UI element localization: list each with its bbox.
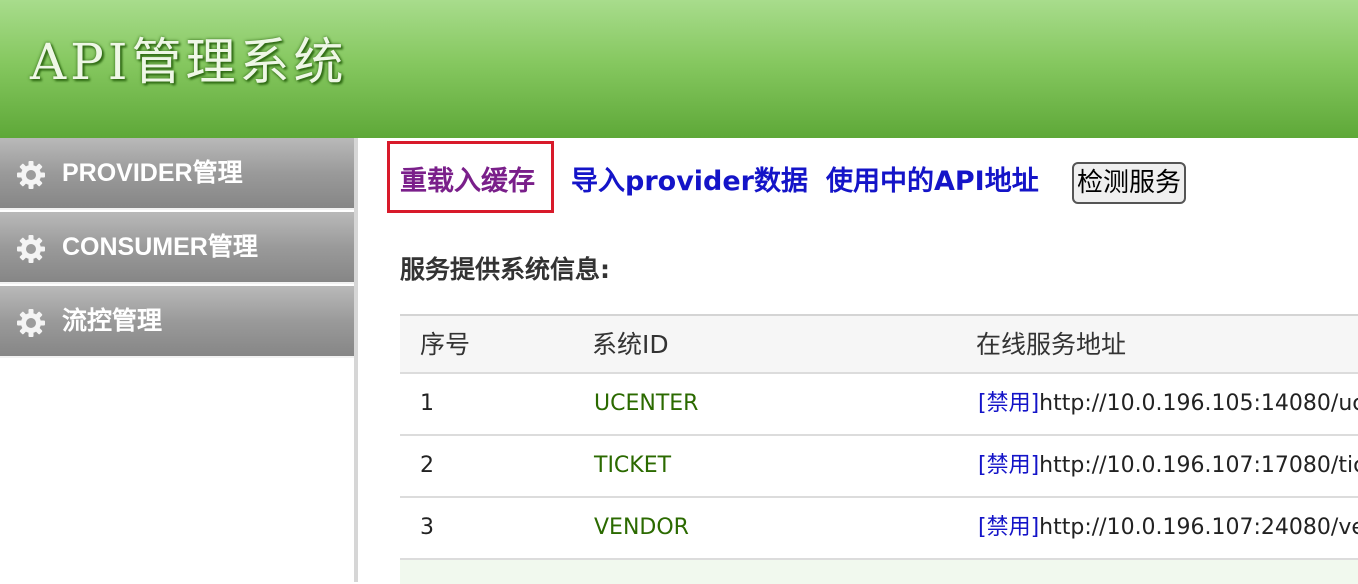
check-service-button[interactable]: 检测服务 xyxy=(1072,162,1186,204)
table-row: 2 TICKET [禁用]http://10.0.196.107:17080/t… xyxy=(400,436,1358,498)
service-address-cell: [禁用]http://10.0.196.107:24080/ven xyxy=(978,512,1358,544)
disable-link[interactable]: [禁用] xyxy=(978,515,1039,540)
table-row-partial xyxy=(400,560,1358,584)
service-address-cell: [禁用]http://10.0.196.105:14080/uce xyxy=(978,388,1358,420)
service-address-cell: [禁用]http://10.0.196.107:17080/tick xyxy=(978,450,1358,482)
gear-icon xyxy=(17,235,45,263)
row-number: 3 xyxy=(420,515,434,540)
import-provider-link[interactable]: 导入provider数据 xyxy=(571,164,808,200)
system-id: TICKET xyxy=(594,453,672,478)
column-header-no: 序号 xyxy=(420,330,471,359)
system-id: VENDOR xyxy=(594,515,689,540)
sidebar-item-provider[interactable]: PROVIDER管理 xyxy=(0,138,354,210)
service-address: http://10.0.196.107:24080/ven xyxy=(1039,515,1358,540)
column-header-system-id: 系统ID xyxy=(592,330,669,359)
system-id: UCENTER xyxy=(594,391,699,416)
app-logo: API管理系统 xyxy=(30,33,348,91)
service-address: http://10.0.196.105:14080/uce xyxy=(1039,391,1358,416)
sidebar-item-flow-control[interactable]: 流控管理 xyxy=(0,286,354,358)
table-row: 3 VENDOR [禁用]http://10.0.196.107:24080/v… xyxy=(400,498,1358,560)
row-number: 1 xyxy=(420,391,434,416)
app-header: API管理系统 xyxy=(0,0,1358,138)
gear-icon xyxy=(17,309,45,337)
sidebar-item-label: PROVIDER管理 xyxy=(62,159,243,187)
main-content: 重载入缓存 导入provider数据 使用中的API地址 检测服务 服务提供系统… xyxy=(358,138,1358,584)
disable-link[interactable]: [禁用] xyxy=(978,453,1039,478)
gear-icon xyxy=(17,161,45,189)
service-address: http://10.0.196.107:17080/tick xyxy=(1039,453,1358,478)
row-number: 2 xyxy=(420,453,434,478)
table-row: 1 UCENTER [禁用]http://10.0.196.105:14080/… xyxy=(400,374,1358,436)
column-header-address: 在线服务地址 xyxy=(976,330,1127,359)
reload-cache-link[interactable]: 重载入缓存 xyxy=(400,164,535,200)
disable-link[interactable]: [禁用] xyxy=(978,391,1039,416)
sidebar-item-label: 流控管理 xyxy=(62,307,163,335)
sidebar-item-label: CONSUMER管理 xyxy=(62,233,258,261)
sidebar-item-consumer[interactable]: CONSUMER管理 xyxy=(0,212,354,284)
api-in-use-link[interactable]: 使用中的API地址 xyxy=(826,164,1039,200)
section-title: 服务提供系统信息: xyxy=(400,255,610,284)
table-header-row: 序号 系统ID 在线服务地址 xyxy=(400,314,1358,374)
sidebar: PROVIDER管理 CONSUMER管理 流控管理 xyxy=(0,138,354,582)
